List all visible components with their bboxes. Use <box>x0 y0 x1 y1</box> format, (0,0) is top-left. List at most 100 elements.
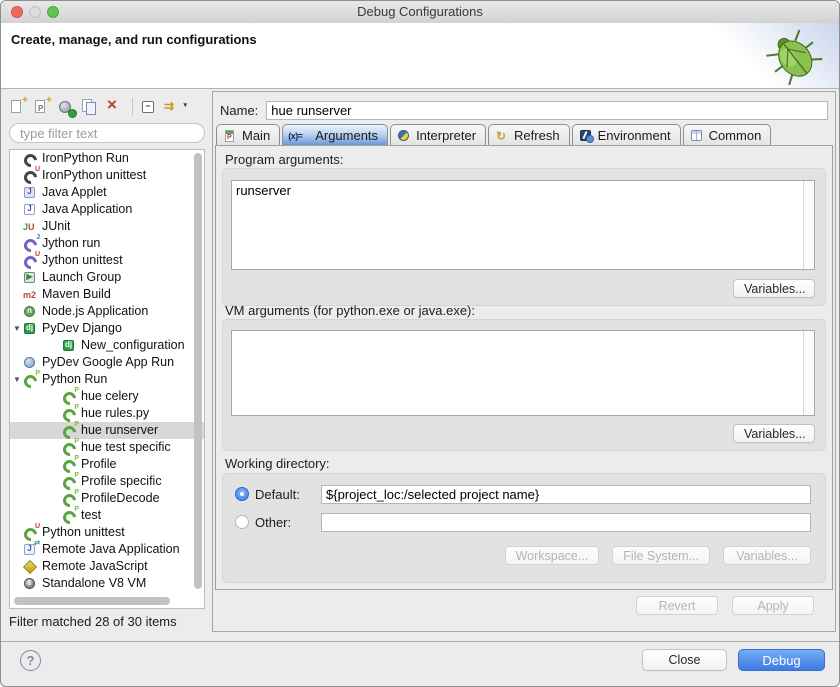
vm-variables-button[interactable]: Variables... <box>733 424 815 443</box>
name-label: Name: <box>220 103 258 118</box>
apply-button[interactable]: Apply <box>732 596 814 615</box>
tree-item-label: IronPython unittest <box>42 167 146 184</box>
tree-item[interactable]: PProfileDecode <box>10 490 204 507</box>
tree-item-label: Jython run <box>42 235 100 252</box>
tree-item[interactable]: PyDev Google App Run <box>10 354 204 371</box>
expand-twisty-icon[interactable]: ▼ <box>13 371 22 388</box>
workspace-button[interactable]: Workspace... <box>505 546 600 565</box>
tree-item[interactable]: UIronPython unittest <box>10 167 204 184</box>
python-unittest-icon: U <box>23 526 38 540</box>
textarea-scroll-track[interactable] <box>803 181 814 269</box>
tree-item-label: Profile <box>81 456 116 473</box>
other-radio[interactable] <box>235 515 249 529</box>
python-run-icon: P <box>23 373 38 387</box>
tree-item[interactable]: PProfile <box>10 456 204 473</box>
tab-arguments[interactable]: (x)=Arguments <box>282 124 388 146</box>
vm-arguments-group: Variables... <box>222 319 826 451</box>
main-icon: P <box>223 129 238 143</box>
textarea-scroll-track[interactable] <box>803 331 814 415</box>
arguments-icon: (x)= <box>289 129 311 143</box>
tree-item[interactable]: ▼djPyDev Django <box>10 320 204 337</box>
java-applet-icon: J <box>23 186 38 200</box>
other-radio-label: Other: <box>255 515 321 530</box>
delete-icon[interactable]: × <box>105 98 124 117</box>
tree-item[interactable]: Phue celery <box>10 388 204 405</box>
program-variables-button[interactable]: Variables... <box>733 279 815 298</box>
tab-environment[interactable]: Environment <box>572 124 681 146</box>
name-input[interactable] <box>266 101 828 120</box>
program-arguments-textarea[interactable]: runserver <box>232 181 803 269</box>
title-bar[interactable]: Debug Configurations <box>1 1 839 24</box>
tree-item[interactable]: 8Standalone V8 VM <box>10 575 204 592</box>
tab-refresh[interactable]: ↻Refresh <box>488 124 570 146</box>
tab-main[interactable]: P Main <box>216 124 280 146</box>
tab-label: Refresh <box>514 128 560 143</box>
tree-item[interactable]: Phue runserver <box>10 422 204 439</box>
tree-item-label: Standalone V8 VM <box>42 575 146 592</box>
tree-item[interactable]: ▼P Python Run <box>10 371 204 388</box>
python-run-icon: P <box>62 424 77 438</box>
tree-item-label: Python Run <box>42 371 107 388</box>
window-title: Debug Configurations <box>1 4 839 19</box>
tab-label: Main <box>242 128 270 143</box>
help-button[interactable]: ? <box>20 650 41 671</box>
tree-item[interactable]: ▶Launch Group <box>10 269 204 286</box>
export-configurations-icon[interactable] <box>57 98 76 117</box>
tree-item[interactable]: J Java Applet <box>10 184 204 201</box>
tree-item[interactable]: JJython run <box>10 235 204 252</box>
default-radio-label: Default: <box>255 487 321 502</box>
configurations-toolbar: + P+ ×−⇉▾ <box>9 95 188 119</box>
launch-group-icon: ▶ <box>23 271 38 285</box>
tree-item[interactable]: Phue rules.py <box>10 405 204 422</box>
jython-unittest-icon: U <box>23 254 38 268</box>
configuration-detail-panel: Name: P Main (x)=ArgumentsInterpreter↻Refr… <box>212 91 836 632</box>
tree-item-label: Java Application <box>42 201 132 218</box>
python-run-icon: P <box>62 509 77 523</box>
tab-interpreter[interactable]: Interpreter <box>390 124 486 146</box>
python-run-icon: P <box>62 492 77 506</box>
tree-item[interactable]: J⇄Remote Java Application <box>10 541 204 558</box>
tree-vertical-scrollbar[interactable] <box>194 153 202 589</box>
vm-arguments-textarea[interactable] <box>232 331 803 415</box>
interpreter-icon <box>397 129 412 143</box>
tree-item-label: hue celery <box>81 388 139 405</box>
default-radio[interactable] <box>235 487 249 501</box>
tree-item[interactable]: JUJUnit <box>10 218 204 235</box>
tree-horizontal-scrollbar[interactable] <box>14 597 170 605</box>
collapse-all-icon[interactable]: − <box>140 98 159 117</box>
other-directory-input[interactable] <box>321 513 811 532</box>
filter-icon[interactable]: ⇉▾ <box>164 98 183 117</box>
tab-common[interactable]: Common <box>683 124 772 146</box>
expand-twisty-icon[interactable]: ▼ <box>13 320 22 337</box>
tree-item[interactable]: UPython unittest <box>10 524 204 541</box>
tree-item[interactable]: Phue test specific <box>10 439 204 456</box>
tab-label: Common <box>709 128 762 143</box>
filter-input[interactable] <box>9 123 205 143</box>
tree-item[interactable]: PProfile specific <box>10 473 204 490</box>
tree-item-label: PyDev Google App Run <box>42 354 174 371</box>
tree-item[interactable]: IronPython Run <box>10 150 204 167</box>
footer-divider <box>1 641 839 642</box>
variables-button[interactable]: Variables... <box>723 546 811 565</box>
tab-label: Environment <box>598 128 671 143</box>
debug-configurations-dialog: Debug Configurations Create, manage, and… <box>0 0 840 687</box>
tree-item[interactable]: UJython unittest <box>10 252 204 269</box>
filter-status-text: Filter matched 28 of 30 items <box>9 614 177 629</box>
debug-button[interactable]: Debug <box>738 649 825 671</box>
default-directory-input[interactable] <box>321 485 811 504</box>
new-prototype-icon[interactable]: P+ <box>33 98 52 117</box>
configurations-tree[interactable]: IronPython RunUIronPython unittestJJava … <box>9 149 205 609</box>
duplicate-icon[interactable] <box>81 98 100 117</box>
tree-item[interactable]: m2Maven Build <box>10 286 204 303</box>
file-system-button[interactable]: File System... <box>612 546 710 565</box>
close-button[interactable]: Close <box>642 649 727 671</box>
tree-item[interactable]: djNew_configuration <box>10 337 204 354</box>
new-configuration-icon[interactable]: + <box>9 98 28 117</box>
debug-bug-icon <box>763 27 825 87</box>
tree-item[interactable]: Ptest <box>10 507 204 524</box>
revert-button[interactable]: Revert <box>636 596 718 615</box>
tree-item[interactable]: JJava Application <box>10 201 204 218</box>
tree-item-label: Java Applet <box>42 184 107 201</box>
tree-item[interactable]: nNode.js Application <box>10 303 204 320</box>
tree-item[interactable]: Remote JavaScript <box>10 558 204 575</box>
